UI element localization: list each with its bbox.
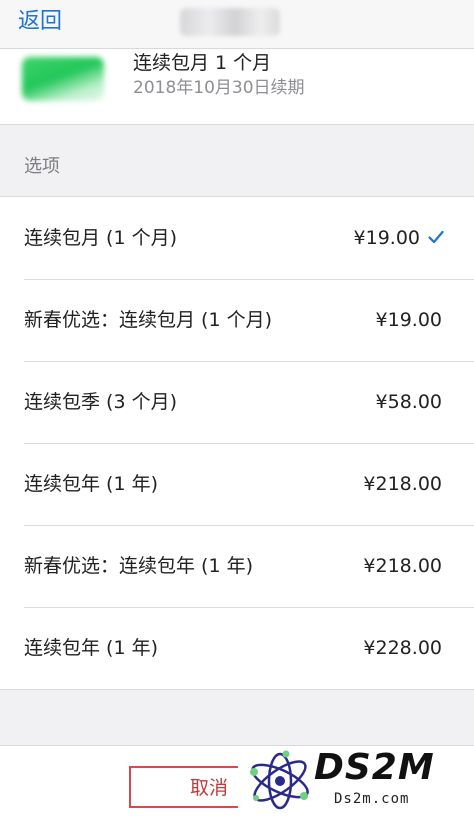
subscription-summary: 连续包月 1 个月 2018年10月30日续期 — [0, 49, 474, 125]
option-label: 新春优选：连续包月 (1 个月) — [24, 309, 272, 331]
option-label: 新春优选：连续包年 (1 年) — [24, 555, 253, 577]
option-label: 连续包年 (1 年) — [24, 637, 158, 659]
atom-logo-icon — [250, 750, 309, 810]
option-price: ¥58.00 — [375, 391, 442, 413]
option-label: 连续包年 (1 年) — [24, 473, 158, 495]
app-icon-redacted — [22, 57, 104, 101]
option-price: ¥218.00 — [363, 555, 442, 577]
option-price: ¥19.00 — [375, 309, 442, 331]
option-row[interactable]: 连续包季 (3 个月) ¥58.00 — [0, 361, 474, 443]
navigation-bar: 返回 — [0, 0, 474, 49]
watermark: DS2M Ds2m.com — [238, 746, 474, 817]
watermark-brand: DS2M — [314, 747, 435, 788]
option-row[interactable]: 连续包年 (1 年) ¥228.00 — [0, 607, 474, 689]
option-row[interactable]: 连续包月 (1 个月) ¥19.00 — [0, 197, 474, 279]
option-price: ¥218.00 — [363, 473, 442, 495]
option-row[interactable]: 新春优选：连续包月 (1 个月) ¥19.00 — [0, 279, 474, 361]
watermark-domain: Ds2m.com — [334, 791, 410, 807]
renewal-date: 2018年10月30日续期 — [133, 78, 305, 98]
checkmark-icon — [428, 230, 444, 244]
nav-title-redacted — [180, 8, 280, 36]
option-price: ¥228.00 — [363, 637, 442, 659]
option-price: ¥19.00 — [353, 227, 420, 249]
subscription-title: 连续包月 1 个月 — [133, 52, 272, 74]
subscription-screen: 返回 连续包月 1 个月 2018年10月30日续期 选项 连续包月 (1 个月… — [0, 0, 474, 817]
option-row[interactable]: 连续包年 (1 年) ¥218.00 — [0, 443, 474, 525]
option-label: 连续包月 (1 个月) — [24, 227, 177, 249]
options-list: 连续包月 (1 个月) ¥19.00 新春优选：连续包月 (1 个月) ¥19.… — [0, 196, 474, 690]
option-row[interactable]: 新春优选：连续包年 (1 年) ¥218.00 — [0, 525, 474, 607]
option-label: 连续包季 (3 个月) — [24, 391, 177, 413]
back-button[interactable]: 返回 — [18, 6, 62, 38]
options-section-label: 选项 — [24, 156, 60, 177]
